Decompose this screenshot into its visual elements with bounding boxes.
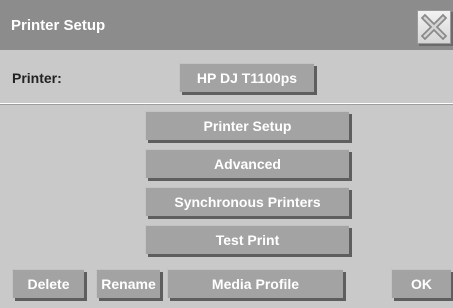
close-x-icon bbox=[420, 13, 448, 41]
divider bbox=[0, 103, 453, 105]
ok-button[interactable]: OK bbox=[391, 269, 451, 298]
close-button[interactable] bbox=[417, 10, 451, 44]
delete-button[interactable]: Delete bbox=[12, 269, 84, 298]
printer-setup-button[interactable]: Printer Setup bbox=[145, 111, 349, 140]
window-title: Printer Setup bbox=[11, 17, 106, 34]
printer-setup-dialog: Printer Setup Printer: HP DJ T1100ps Pri… bbox=[0, 0, 453, 308]
synchronous-printers-button[interactable]: Synchronous Printers bbox=[145, 187, 349, 216]
test-print-button[interactable]: Test Print bbox=[145, 225, 349, 254]
title-bar: Printer Setup bbox=[0, 0, 453, 50]
printer-label: Printer: bbox=[12, 70, 62, 86]
advanced-button[interactable]: Advanced bbox=[145, 149, 349, 178]
printer-select-button[interactable]: HP DJ T1100ps bbox=[179, 63, 314, 92]
rename-button[interactable]: Rename bbox=[96, 269, 160, 298]
media-profile-button[interactable]: Media Profile bbox=[167, 269, 343, 298]
